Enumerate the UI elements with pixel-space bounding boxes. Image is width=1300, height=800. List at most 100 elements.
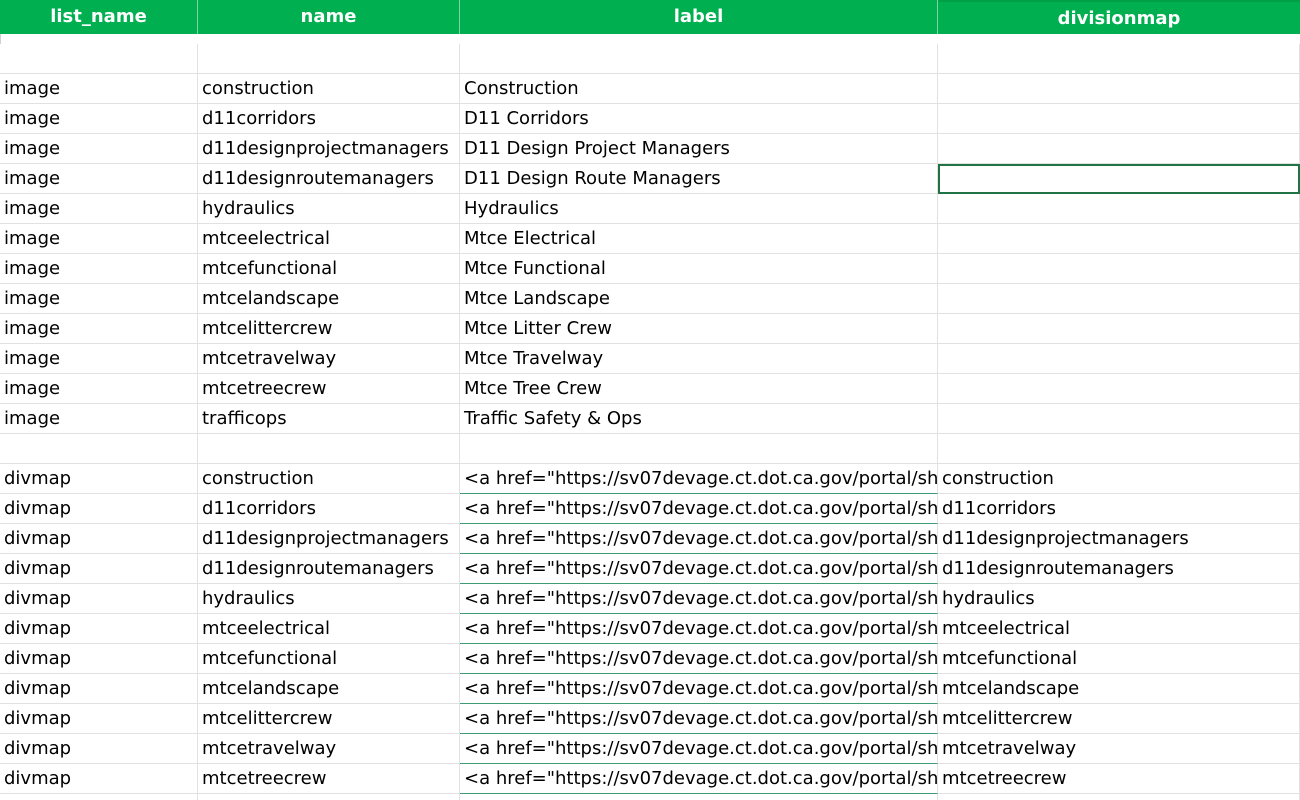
cell-name[interactable]: trafficops	[198, 404, 460, 434]
cell-list-name[interactable]: divmap	[0, 614, 198, 644]
cell-list-name[interactable]: image	[0, 74, 198, 104]
cell-list-name[interactable]: image	[0, 164, 198, 194]
cell-divisionmap[interactable]: d11corridors	[938, 494, 1300, 524]
cell-list-name[interactable]: image	[0, 404, 198, 434]
cell-name[interactable]: mtcefunctional	[198, 254, 460, 284]
cell-label[interactable]: Hydraulics	[460, 194, 938, 224]
cell-label[interactable]: Mtce Functional	[460, 254, 938, 284]
cell-label[interactable]: Mtce Travelway	[460, 344, 938, 374]
cell-divisionmap[interactable]: mtcetreecrew	[938, 764, 1300, 794]
cell-label[interactable]: <a href="https://sv07devage.ct.dot.ca.go…	[460, 494, 938, 524]
cell-name[interactable]: trafficops	[198, 794, 460, 800]
cell-name[interactable]: mtcefunctional	[198, 644, 460, 674]
cell-list-name[interactable]: divmap	[0, 674, 198, 704]
cell-divisionmap[interactable]	[938, 284, 1300, 314]
cell-label[interactable]: D11 Corridors	[460, 104, 938, 134]
cell-name[interactable]: mtcetreecrew	[198, 764, 460, 794]
cell-divisionmap[interactable]	[938, 434, 1300, 464]
cell-label[interactable]	[460, 434, 938, 464]
cell-divisionmap[interactable]: mtcelittercrew	[938, 704, 1300, 734]
cell-list-name[interactable]: divmap	[0, 764, 198, 794]
cell-name[interactable]: d11designprojectmanagers	[198, 134, 460, 164]
cell-divisionmap[interactable]: mtcefunctional	[938, 644, 1300, 674]
cell-label[interactable]: D11 Design Route Managers	[460, 164, 938, 194]
cell-label[interactable]: <a href="https://sv07devage.ct.dot.ca.go…	[460, 524, 938, 554]
cell-label[interactable]: <a href="https://sv07devage.ct.dot.ca.go…	[460, 674, 938, 704]
cell-name[interactable]: mtcetravelway	[198, 734, 460, 764]
cell-list-name[interactable]: image	[0, 224, 198, 254]
header-cell-label[interactable]: label	[460, 0, 938, 34]
cell-label[interactable]: Mtce Electrical	[460, 224, 938, 254]
cell-name[interactable]: mtcetravelway	[198, 344, 460, 374]
cell-name[interactable]: mtcelittercrew	[198, 704, 460, 734]
cell-divisionmap[interactable]: mtceelectrical	[938, 614, 1300, 644]
cell-name[interactable]: hydraulics	[198, 584, 460, 614]
cell-divisionmap[interactable]	[938, 194, 1300, 224]
header-cell-divisionmap[interactable]: divisionmap	[938, 0, 1300, 34]
cell-label[interactable]: <a href="https://sv07devage.ct.dot.ca.go…	[460, 734, 938, 764]
cell-label[interactable]: Mtce Landscape	[460, 284, 938, 314]
cell-list-name[interactable]: divmap	[0, 584, 198, 614]
cell-list-name[interactable]: image	[0, 194, 198, 224]
cell-name[interactable]: hydraulics	[198, 194, 460, 224]
cell-label[interactable]: <a href="https://sv07devage.ct.dot.ca.go…	[460, 794, 938, 800]
cell-divisionmap[interactable]	[938, 314, 1300, 344]
cell-label[interactable]: Mtce Litter Crew	[460, 314, 938, 344]
cell-list-name[interactable]: divmap	[0, 644, 198, 674]
cell-divisionmap[interactable]: mtcelandscape	[938, 674, 1300, 704]
cell-divisionmap[interactable]	[938, 44, 1300, 74]
cell-name[interactable]: d11designroutemanagers	[198, 164, 460, 194]
cell-name[interactable]: d11designroutemanagers	[198, 554, 460, 584]
cell-name[interactable]: mtcelittercrew	[198, 314, 460, 344]
cell-list-name[interactable]: image	[0, 104, 198, 134]
cell-divisionmap[interactable]	[938, 74, 1300, 104]
header-cell-name[interactable]: name	[198, 0, 460, 34]
cell-divisionmap[interactable]: mtcetravelway	[938, 734, 1300, 764]
cell-name[interactable]: d11corridors	[198, 494, 460, 524]
cell-name[interactable]: d11designprojectmanagers	[198, 524, 460, 554]
cell-name[interactable]: mtcelandscape	[198, 674, 460, 704]
cell-list-name[interactable]: image	[0, 314, 198, 344]
cell-list-name[interactable]: image	[0, 374, 198, 404]
cell-list-name[interactable]: image	[0, 134, 198, 164]
cell-list-name[interactable]: image	[0, 254, 198, 284]
cell-name[interactable]: mtceelectrical	[198, 614, 460, 644]
cell-list-name[interactable]: divmap	[0, 554, 198, 584]
cell-divisionmap[interactable]: construction	[938, 464, 1300, 494]
cell-label[interactable]: <a href="https://sv07devage.ct.dot.ca.go…	[460, 644, 938, 674]
cell-name[interactable]: d11corridors	[198, 104, 460, 134]
cell-list-name[interactable]: divmap	[0, 794, 198, 800]
cell-name[interactable]	[198, 434, 460, 464]
cell-label[interactable]: Mtce Tree Crew	[460, 374, 938, 404]
cell-divisionmap[interactable]: trafficops	[938, 794, 1300, 800]
cell-divisionmap[interactable]	[938, 134, 1300, 164]
cell-divisionmap[interactable]	[938, 404, 1300, 434]
cell-label[interactable]: Construction	[460, 74, 938, 104]
cell-list-name[interactable]	[0, 44, 198, 74]
cell-divisionmap[interactable]: hydraulics	[938, 584, 1300, 614]
cell-divisionmap[interactable]	[938, 224, 1300, 254]
cell-label[interactable]: <a href="https://sv07devage.ct.dot.ca.go…	[460, 614, 938, 644]
cell-label[interactable]: D11 Design Project Managers	[460, 134, 938, 164]
cell-divisionmap[interactable]	[938, 344, 1300, 374]
cell-name[interactable]: construction	[198, 464, 460, 494]
cell-name[interactable]	[198, 44, 460, 74]
cell-name[interactable]: mtceelectrical	[198, 224, 460, 254]
header-cell-list-name[interactable]: list_name	[0, 0, 198, 34]
cell-label[interactable]: <a href="https://sv07devage.ct.dot.ca.go…	[460, 704, 938, 734]
cell-name[interactable]: construction	[198, 74, 460, 104]
cell-label[interactable]: <a href="https://sv07devage.ct.dot.ca.go…	[460, 464, 938, 494]
cell-list-name[interactable]: image	[0, 344, 198, 374]
cell-label[interactable]: <a href="https://sv07devage.ct.dot.ca.go…	[460, 584, 938, 614]
cell-label[interactable]: Traffic Safety & Ops	[460, 404, 938, 434]
cell-divisionmap[interactable]	[938, 374, 1300, 404]
cell-divisionmap[interactable]: d11designprojectmanagers	[938, 524, 1300, 554]
cell-divisionmap[interactable]	[938, 254, 1300, 284]
cell-list-name[interactable]: divmap	[0, 494, 198, 524]
cell-label[interactable]	[460, 44, 938, 74]
cell-list-name[interactable]: divmap	[0, 704, 198, 734]
cell-list-name[interactable]: divmap	[0, 524, 198, 554]
cell-list-name[interactable]: divmap	[0, 464, 198, 494]
cell-divisionmap[interactable]	[938, 104, 1300, 134]
cell-label[interactable]: <a href="https://sv07devage.ct.dot.ca.go…	[460, 764, 938, 794]
